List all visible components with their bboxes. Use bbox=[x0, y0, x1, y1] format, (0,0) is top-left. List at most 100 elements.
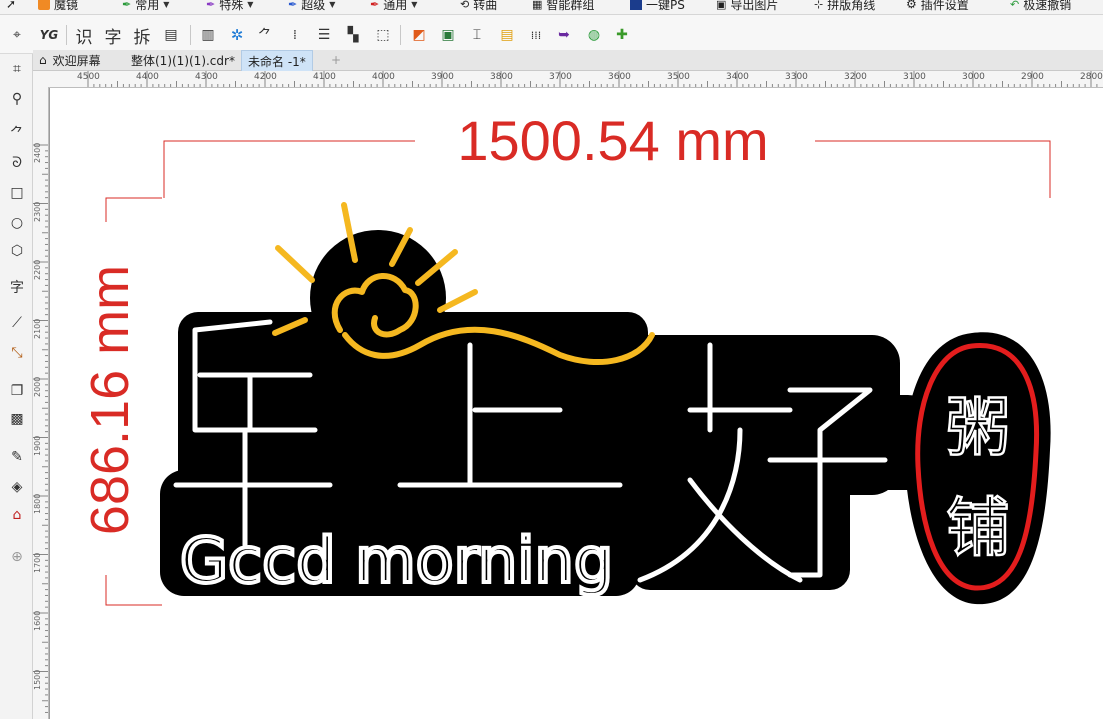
blend-icon[interactable]: ➥ bbox=[553, 24, 575, 46]
menu-item-common[interactable]: ✒ 常用 ▼ bbox=[122, 0, 169, 13]
ruler-label: 2100 bbox=[33, 318, 42, 339]
clipboard-icon[interactable]: ▤ bbox=[161, 24, 181, 46]
menu-item-special[interactable]: ✒ 特殊 ▼ bbox=[206, 0, 253, 13]
page-border bbox=[49, 88, 50, 719]
chevron-down-icon: ▼ bbox=[329, 0, 336, 9]
lines-icon[interactable]: ☰ bbox=[313, 24, 335, 46]
text-frame-icon[interactable]: ⌶ bbox=[466, 24, 488, 46]
ruler-label: 3100 bbox=[903, 72, 926, 82]
split-button[interactable]: 拆 bbox=[132, 24, 152, 48]
menu-item-label: 极速撤销 bbox=[1023, 0, 1072, 12]
menu-item-general[interactable]: ✒ 通用 ▼ bbox=[370, 0, 417, 13]
plugin-menu-bar: ➚ 魔镜 ✒ 常用 ▼ ✒ 特殊 ▼ ✒ 超级 ▼ ✒ 通用 ▼ ⟲ 转曲 ▦ … bbox=[0, 0, 1103, 15]
grid-icon[interactable]: ⁞⁞⁞ bbox=[525, 24, 547, 46]
ruler-label: 2400 bbox=[33, 142, 42, 163]
pattern-icon[interactable]: ✲ bbox=[226, 24, 248, 46]
ruler-label: 2200 bbox=[33, 259, 42, 280]
crop-marks-icon: ⊹ bbox=[814, 0, 824, 11]
add-tab-button[interactable]: + bbox=[325, 50, 347, 70]
horizontal-ruler[interactable]: 4500 4400 4300 4200 4100 4000 3900 3800 3700 3600… bbox=[33, 71, 1103, 88]
ruler-label: 3400 bbox=[726, 72, 749, 82]
freehand-icon[interactable]: ⺈ bbox=[6, 122, 28, 144]
yg-button[interactable]: YG bbox=[38, 24, 60, 46]
layout-icon[interactable]: ▚ bbox=[342, 24, 364, 46]
leaf-icon[interactable]: ◍ bbox=[583, 24, 605, 46]
list-icon[interactable]: ▤ bbox=[496, 24, 518, 46]
property-toolbar: ⌖ YG 识 字 拆 ▤ ▥ ✲ ⺈ ⁞ ☰ ▚ ⬚ ◩ ▣ ⌶ ▤ ⁞⁞⁞ ➥… bbox=[0, 15, 1103, 54]
recognize-button[interactable]: 识 bbox=[74, 24, 94, 48]
puzzle-icon[interactable]: ✚ bbox=[611, 24, 633, 46]
ruler-label: 3600 bbox=[608, 72, 631, 82]
menu-item-crop-marks[interactable]: ⊹ 拼版角线 bbox=[814, 0, 875, 13]
chevron-down-icon: ▼ bbox=[247, 0, 254, 9]
pen-icon: ✒ bbox=[370, 0, 380, 11]
tab-label: 欢迎屏幕 bbox=[52, 53, 101, 68]
add-tool-icon[interactable]: ⊕ bbox=[6, 546, 28, 568]
tab-label: 未命名 -1* bbox=[248, 54, 306, 69]
parallel-dimension-icon[interactable]: ⟋ bbox=[6, 312, 28, 334]
smart-fill-icon[interactable]: ⌂ bbox=[6, 504, 28, 526]
ruler-label: 1700 bbox=[33, 552, 42, 573]
ruler-label: 3800 bbox=[490, 72, 513, 82]
pen-icon: ✒ bbox=[206, 0, 216, 11]
height-dimension-label: 686.16 mm bbox=[80, 265, 140, 535]
text-button[interactable]: 字 bbox=[103, 24, 123, 48]
shape-tool-icon[interactable]: ⌖ bbox=[6, 24, 28, 46]
menu-item-convert-curve[interactable]: ⟲ 转曲 bbox=[460, 0, 497, 13]
home-icon: ⌂ bbox=[39, 53, 47, 67]
tab-document-1[interactable]: 整体(1)(1)(1).cdr* bbox=[125, 50, 241, 70]
arrange-icon[interactable]: ◩ bbox=[408, 24, 430, 46]
select-frame-icon[interactable]: ⬚ bbox=[372, 24, 394, 46]
image-icon: ▣ bbox=[716, 0, 727, 11]
ruler-label: 3000 bbox=[962, 72, 985, 82]
pen-icon: ✒ bbox=[288, 0, 298, 11]
artistic-media-icon[interactable]: ᘐ bbox=[6, 152, 28, 174]
zoom-icon[interactable]: ⚲ bbox=[6, 88, 28, 110]
sub-headline: Gccd morning bbox=[180, 524, 613, 597]
rectangle-icon[interactable]: □ bbox=[6, 182, 28, 204]
menu-item-one-key-ps[interactable]: 一键PS bbox=[630, 0, 685, 13]
eyedropper-icon[interactable]: ✎ bbox=[6, 446, 28, 468]
menu-item-label: 智能群组 bbox=[546, 0, 595, 12]
menu-item-quick-undo[interactable]: ↶ 极速撤销 bbox=[1010, 0, 1071, 13]
ruler-label: 4400 bbox=[136, 72, 159, 82]
ellipse-icon[interactable]: ○ bbox=[6, 212, 28, 234]
ruler-label: 4500 bbox=[77, 72, 100, 82]
text-tool-icon[interactable]: 字 bbox=[6, 276, 28, 298]
menu-item-label: 超级 bbox=[301, 0, 326, 12]
menu-item-label: 插件设置 bbox=[920, 0, 969, 12]
document-icon[interactable]: ▥ bbox=[198, 24, 218, 46]
menu-item-label: 转曲 bbox=[473, 0, 498, 12]
undo-icon: ↶ bbox=[1010, 0, 1020, 11]
interactive-fill-icon[interactable]: ◈ bbox=[6, 476, 28, 498]
width-dimension-label: 1500.54 mm bbox=[457, 109, 768, 172]
vertical-ruler[interactable]: 2400 2300 2200 2100 2000 1900 1800 1700 1600 1500 bbox=[33, 87, 49, 719]
drop-shadow-icon[interactable]: ❐ bbox=[6, 380, 28, 402]
crop-icon[interactable]: ⌗ bbox=[6, 58, 28, 80]
select-arrow-icon[interactable]: ➚ bbox=[6, 0, 16, 13]
menu-item-export-image[interactable]: ▣ 导出图片 bbox=[716, 0, 778, 13]
align-icon[interactable]: ⁞ bbox=[284, 24, 306, 46]
ruler-label: 3900 bbox=[431, 72, 454, 82]
ruler-label: 3200 bbox=[844, 72, 867, 82]
menu-item-magic-mirror[interactable]: 魔镜 bbox=[38, 0, 78, 13]
transparency-icon[interactable]: ▩ bbox=[6, 408, 28, 430]
connector-icon[interactable]: ⤡ bbox=[6, 342, 28, 364]
document-tab-bar: ⌂ 欢迎屏幕 整体(1)(1)(1).cdr* 未命名 -1* + bbox=[33, 50, 1103, 71]
menu-item-plugin-settings[interactable]: ⚙ 插件设置 bbox=[906, 0, 969, 13]
tab-welcome-screen[interactable]: ⌂ 欢迎屏幕 bbox=[33, 50, 107, 70]
polygon-icon[interactable]: ⬡ bbox=[6, 240, 28, 262]
toolbar-separator bbox=[66, 25, 67, 45]
menu-item-label: 魔镜 bbox=[54, 0, 79, 12]
menu-item-smart-group[interactable]: ▦ 智能群组 bbox=[532, 0, 594, 13]
drawing-canvas[interactable]: 1500.54 mm 686.16 mm Gccd morning 粥 铺 bbox=[49, 88, 1103, 719]
magic-mirror-icon bbox=[38, 0, 50, 10]
menu-item-super[interactable]: ✒ 超级 ▼ bbox=[288, 0, 335, 13]
signboard-artwork[interactable]: 1500.54 mm 686.16 mm Gccd morning 粥 铺 bbox=[49, 88, 1103, 719]
tab-untitled-1[interactable]: 未命名 -1* bbox=[241, 50, 313, 71]
image-frame-icon[interactable]: ▣ bbox=[437, 24, 459, 46]
trace-icon[interactable]: ⺈ bbox=[254, 24, 276, 46]
badge-text-shop: 铺 bbox=[946, 492, 1010, 566]
gear-icon: ⚙ bbox=[906, 0, 917, 11]
ruler-label: 3300 bbox=[785, 72, 808, 82]
